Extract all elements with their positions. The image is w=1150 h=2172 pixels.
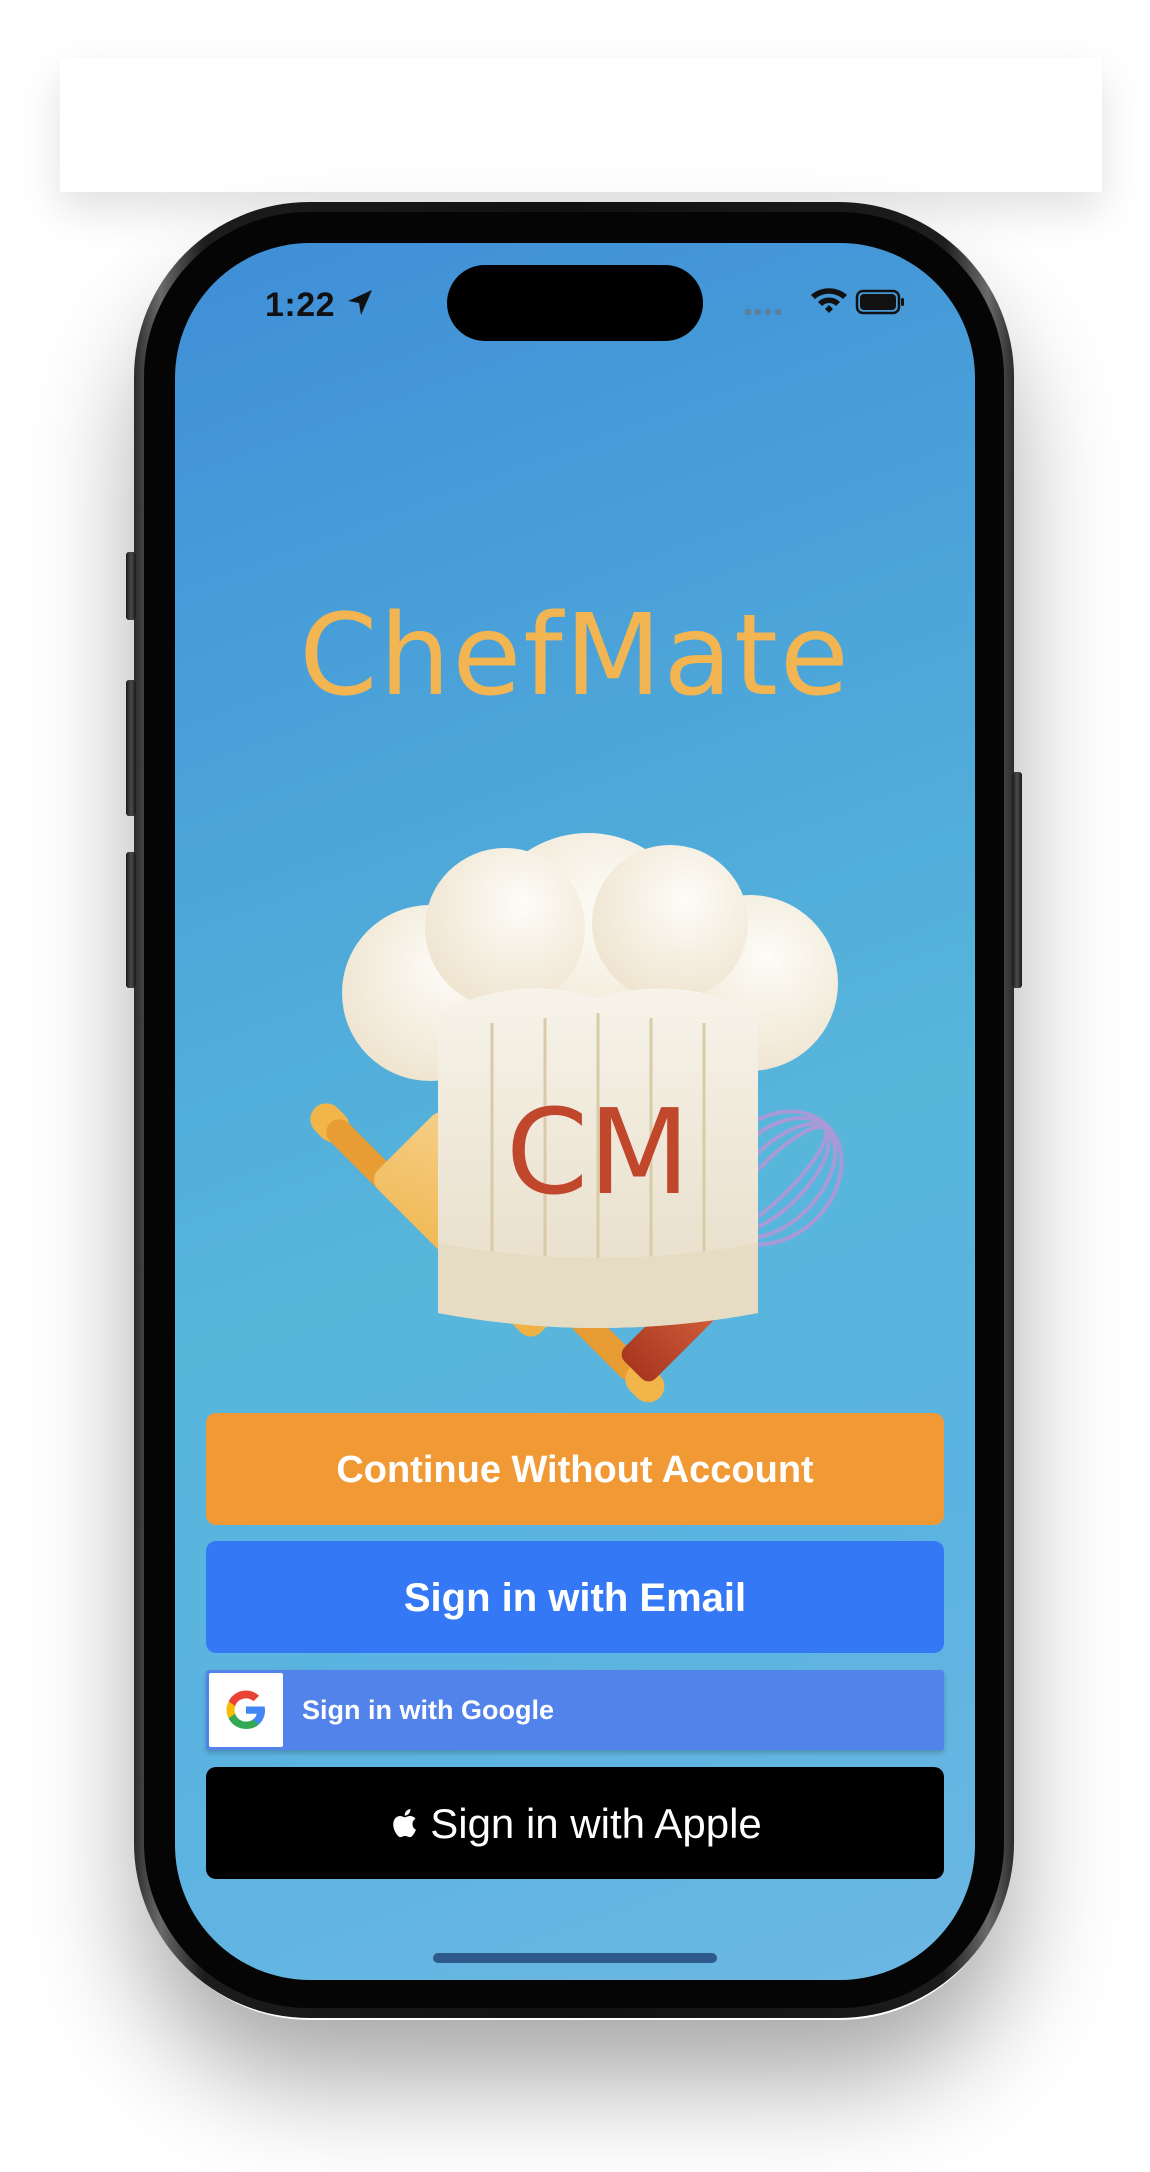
apple-logo-icon [393,1808,417,1838]
app-screen: 1:22 ChefMate CM Continue Without Accoun… [175,243,975,1980]
wifi-icon [811,288,847,313]
location-arrow-icon [348,290,372,315]
mockup-stage: 1:22 ChefMate CM Continue Without Accoun… [0,0,1150,2172]
continue-without-account-button[interactable]: Continue Without Account [206,1413,944,1525]
apple-button-label: Sign in with Apple [430,1800,762,1847]
cellular-signal-icon [745,309,781,315]
home-indicator[interactable] [433,1953,717,1963]
sign-in-google-button[interactable]: Sign in with Google [206,1670,944,1750]
dynamic-island [447,265,703,341]
chefmate-logo: CM [310,833,844,1403]
app-title: ChefMate [299,591,851,721]
google-button-label: Sign in with Google [302,1695,554,1725]
battery-icon [855,289,904,315]
sign-in-apple-button[interactable]: Sign in with Apple [206,1767,944,1879]
status-right-icons [745,288,904,315]
logo-monogram: CM [506,1083,690,1221]
chef-hat-icon: CM [342,833,838,1328]
top-banner-card [60,58,1102,192]
status-time: 1:22 [265,286,336,324]
google-g-icon [226,1690,265,1729]
action-button [126,552,136,620]
volume-up-button [126,680,136,816]
sign-in-email-button[interactable]: Sign in with Email [206,1541,944,1653]
google-icon-box [209,1673,283,1747]
power-button [1012,772,1022,988]
volume-down-button [126,852,136,988]
